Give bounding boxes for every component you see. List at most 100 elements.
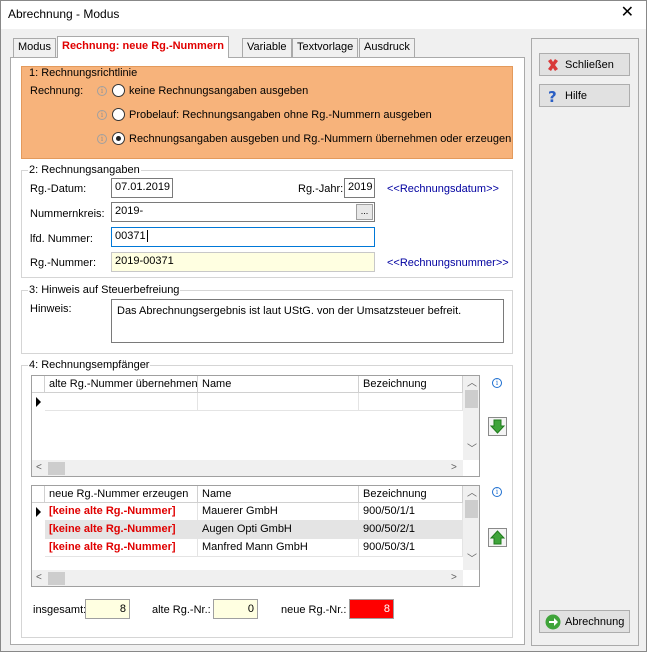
- close-window-button[interactable]: ✕: [621, 5, 634, 21]
- section-title: 1: Rechnungsrichtlinie: [29, 67, 138, 79]
- info-icon: i: [97, 110, 107, 120]
- info-icon: i: [97, 86, 107, 96]
- svg-text:?: ?: [548, 88, 557, 104]
- scroll-left-icon[interactable]: <: [36, 462, 42, 474]
- info-icon[interactable]: i: [492, 378, 502, 388]
- tab-rechnung[interactable]: Rechnung: neue Rg.-Nummern: [57, 36, 229, 58]
- close-button[interactable]: Schließen: [539, 53, 630, 76]
- column-header[interactable]: alte Rg.-Nummer übernehmen: [45, 376, 198, 393]
- nummernkreis-label: Nummernkreis:: [30, 208, 105, 220]
- table-cell-name[interactable]: Mauerer GmbH: [198, 503, 359, 521]
- grid-alte-nummern[interactable]: alte Rg.-Nummer übernehmen Name Bezeichn…: [31, 375, 480, 477]
- column-header[interactable]: neue Rg.-Nummer erzeugen: [45, 486, 198, 503]
- table-cell-bezeichnung[interactable]: 900/50/3/1: [359, 539, 463, 557]
- column-header[interactable]: Name: [198, 486, 359, 503]
- empty-cell[interactable]: [198, 393, 359, 411]
- scroll-up-icon[interactable]: ︿: [467, 488, 477, 500]
- alte-nr-label: alte Rg.-Nr.:: [152, 604, 211, 616]
- rg-nummer-field: 2019-00371: [111, 252, 375, 272]
- scroll-right-icon[interactable]: >: [451, 572, 457, 584]
- rg-nummer-label: Rg.-Nummer:: [30, 257, 97, 269]
- lfd-nummer-value: 00371: [115, 230, 146, 242]
- alte-nr-value: 0: [213, 599, 258, 619]
- option-keine-angaben[interactable]: keine Rechnungsangaben ausgeben: [129, 85, 308, 97]
- move-up-button[interactable]: [488, 528, 507, 547]
- rechnungsdatum-link[interactable]: <<Rechnungsdatum>>: [387, 183, 499, 195]
- tab-ausdruck[interactable]: Ausdruck: [359, 38, 415, 57]
- column-header[interactable]: Bezeichnung: [359, 486, 463, 503]
- column-header[interactable]: Name: [198, 376, 359, 393]
- move-down-button[interactable]: [488, 417, 507, 436]
- lfd-nummer-field[interactable]: 00371: [111, 227, 375, 247]
- title-bar: Abrechnung - Modus ✕: [1, 1, 646, 29]
- table-cell-name[interactable]: Manfred Mann GmbH: [198, 539, 359, 557]
- row-pointer-icon: [36, 507, 41, 517]
- tab-panel: 1: Rechnungsrichtlinie Rechnung: i keine…: [10, 57, 525, 645]
- horizontal-scrollbar[interactable]: < >: [32, 570, 463, 586]
- rg-datum-label: Rg.-Datum:: [30, 183, 87, 195]
- neue-nr-value: 8: [349, 599, 394, 619]
- close-icon: [548, 59, 558, 71]
- nummernkreis-browse-button[interactable]: ...: [356, 204, 373, 220]
- dialog-window: Abrechnung - Modus ✕ Modus Rechnung: neu…: [0, 0, 647, 652]
- table-cell-bezeichnung[interactable]: 900/50/2/1: [359, 521, 463, 539]
- lfd-nummer-label: lfd. Nummer:: [30, 233, 93, 245]
- scroll-right-icon[interactable]: >: [451, 462, 457, 474]
- section-title: 2: Rechnungsangaben: [28, 164, 141, 177]
- rechnung-label: Rechnung:: [30, 85, 84, 97]
- tab-textvorlage[interactable]: Textvorlage: [292, 38, 359, 57]
- rechnungsnummer-link[interactable]: <<Rechnungsnummer>>: [387, 257, 509, 269]
- column-header[interactable]: Bezeichnung: [359, 376, 463, 393]
- section-rechnungsempfaenger: 4: Rechnungsempfänger alte Rg.-Nummer üb…: [21, 359, 513, 638]
- rg-jahr-field[interactable]: 2019: [344, 178, 375, 198]
- nummernkreis-field[interactable]: 2019-: [111, 202, 375, 222]
- hinweis-textarea[interactable]: Das Abrechnungsergebnis ist laut UStG. v…: [111, 299, 504, 343]
- window-title: Abrechnung - Modus: [8, 7, 120, 21]
- help-button[interactable]: ? Hilfe: [539, 84, 630, 107]
- option-probelauf[interactable]: Probelauf: Rechnungsangaben ohne Rg.-Num…: [129, 109, 432, 121]
- button-panel: [531, 38, 639, 646]
- scroll-thumb[interactable]: [465, 390, 478, 408]
- section-rechnungsrichtlinie: 1: Rechnungsrichtlinie Rechnung: i keine…: [21, 66, 513, 159]
- abrechnung-button-label: Abrechnung: [565, 616, 625, 628]
- table-cell-bezeichnung[interactable]: 900/50/1/1: [359, 503, 463, 521]
- info-icon[interactable]: i: [492, 487, 502, 497]
- insgesamt-label: insgesamt:: [33, 604, 87, 616]
- section-title: 4: Rechnungsempfänger: [28, 359, 151, 372]
- scroll-down-icon[interactable]: ﹀: [467, 444, 477, 456]
- radio-probelauf[interactable]: [112, 108, 125, 121]
- radio-uebernehmen-erzeugen[interactable]: [112, 132, 125, 145]
- rg-datum-field[interactable]: 07.01.2019: [111, 178, 173, 198]
- scroll-thumb[interactable]: [465, 500, 478, 518]
- help-button-label: Hilfe: [565, 90, 588, 102]
- table-cell-nummer[interactable]: [keine alte Rg.-Nummer]: [45, 521, 198, 539]
- empty-cell[interactable]: [359, 393, 463, 411]
- abrechnung-button[interactable]: Abrechnung: [539, 610, 630, 633]
- horizontal-scrollbar[interactable]: < >: [32, 460, 463, 476]
- scroll-down-icon[interactable]: ﹀: [467, 554, 477, 566]
- arrow-up-icon: [489, 530, 506, 545]
- table-cell-nummer[interactable]: [keine alte Rg.-Nummer]: [45, 503, 198, 521]
- section-steuerbefreiung: 3: Hinweis auf Steuerbefreiung Hinweis: …: [21, 284, 513, 354]
- scroll-thumb[interactable]: [48, 572, 65, 585]
- vertical-scrollbar[interactable]: ︿ ﹀: [463, 376, 479, 460]
- scroll-thumb[interactable]: [48, 462, 65, 475]
- option-uebernehmen-erzeugen[interactable]: Rechnungsangaben ausgeben und Rg.-Nummer…: [129, 133, 511, 145]
- help-icon: ?: [548, 88, 557, 104]
- neue-nr-label: neue Rg.-Nr.:: [281, 604, 347, 616]
- radio-keine-angaben[interactable]: [112, 84, 125, 97]
- tab-variable[interactable]: Variable: [242, 38, 292, 57]
- scroll-up-icon[interactable]: ︿: [467, 378, 477, 390]
- row-pointer-icon: [36, 397, 41, 407]
- section-rechnungsangaben: 2: Rechnungsangaben Rg.-Datum: 07.01.201…: [21, 164, 513, 278]
- tab-modus[interactable]: Modus: [13, 38, 57, 57]
- table-cell-nummer[interactable]: [keine alte Rg.-Nummer]: [45, 539, 198, 557]
- insgesamt-value: 8: [85, 599, 130, 619]
- go-arrow-icon: [545, 614, 561, 630]
- vertical-scrollbar[interactable]: ︿ ﹀: [463, 486, 479, 570]
- table-cell-name[interactable]: Augen Opti GmbH: [198, 521, 359, 539]
- scroll-left-icon[interactable]: <: [36, 572, 42, 584]
- grid-neue-nummern[interactable]: neue Rg.-Nummer erzeugen Name Bezeichnun…: [31, 485, 480, 587]
- arrow-down-icon: [489, 419, 506, 434]
- empty-cell[interactable]: [45, 393, 198, 411]
